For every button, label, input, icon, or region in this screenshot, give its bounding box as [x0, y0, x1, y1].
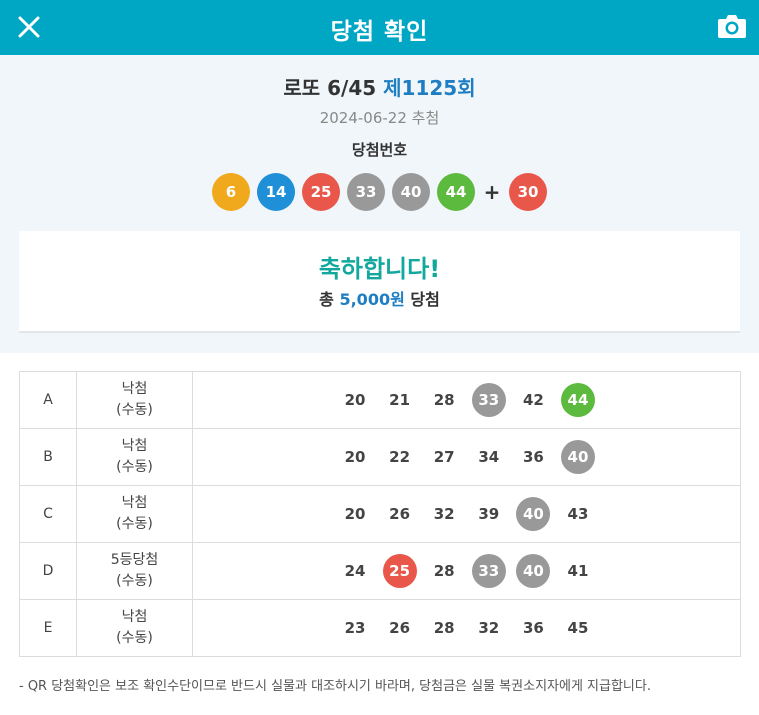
ticket-status: 낙첨 (수동) — [76, 428, 193, 486]
matched-number: 44 — [560, 383, 595, 417]
ticket-result: 5등당첨 — [110, 552, 159, 568]
game-name: 로또 6/45 — [283, 76, 377, 100]
ticket-letter: D — [19, 542, 77, 600]
ticket-number: 20 — [344, 391, 366, 409]
matched-number: 40 — [560, 440, 595, 474]
bonus-ball: 30 — [509, 173, 547, 211]
ticket-mode: (수동) — [116, 630, 153, 646]
prize-amount: 5,000원 — [339, 290, 405, 309]
top-bar: 당첨 확인 — [0, 0, 759, 55]
winning-ball: 44 — [437, 173, 475, 211]
ticket-numbers: 20 21 28 33 42 44 — [192, 371, 741, 429]
ticket-result: 낙첨 — [121, 609, 148, 625]
ticket-number: 34 — [478, 448, 500, 466]
ticket-number: 21 — [389, 391, 411, 409]
ticket-letter: B — [19, 428, 77, 486]
ticket-result: 낙첨 — [121, 381, 148, 397]
ticket-row: E 낙첨 (수동) 23 26 28 32 36 45 — [19, 599, 741, 657]
ticket-number: 28 — [433, 391, 455, 409]
ticket-number: 42 — [522, 391, 544, 409]
result-box: 축하합니다! 총 5,000원 당첨 — [19, 231, 740, 333]
ticket-letter: E — [19, 599, 77, 657]
matched-number: 25 — [382, 554, 417, 588]
bonus-plus-sign: + — [483, 180, 501, 204]
ticket-row: B 낙첨 (수동) 20 22 27 34 36 40 — [19, 428, 741, 486]
ticket-row: C 낙첨 (수동) 20 26 32 39 40 43 — [19, 485, 741, 543]
matched-number: 40 — [516, 497, 551, 531]
ticket-number: 23 — [344, 619, 366, 637]
congrats-message: 축하합니다! — [318, 255, 441, 283]
ticket-number: 28 — [433, 619, 455, 637]
ticket-result: 낙첨 — [121, 495, 148, 511]
ticket-number: 41 — [567, 562, 589, 580]
ticket-number: 32 — [433, 505, 455, 523]
ticket-number: 36 — [522, 448, 544, 466]
ticket-number: 22 — [389, 448, 411, 466]
winning-ball: 40 — [392, 173, 430, 211]
ticket-numbers: 24 25 28 33 40 41 — [192, 542, 741, 600]
ticket-number: 36 — [522, 619, 544, 637]
ticket-mode: (수동) — [116, 402, 153, 418]
draw-date: 2024-06-22 추첨 — [319, 109, 440, 127]
winning-ball: 6 — [212, 173, 250, 211]
ticket-number: 28 — [433, 562, 455, 580]
winning-numbers: 6 14 25 33 40 44 +30 — [0, 173, 759, 211]
ticket-numbers: 23 26 28 32 36 45 — [192, 599, 741, 657]
ticket-number: 27 — [433, 448, 455, 466]
prize-summary: 총 5,000원 당첨 — [19, 286, 740, 310]
ticket-status: 낙첨 (수동) — [76, 485, 193, 543]
matched-number: 40 — [516, 554, 551, 588]
ticket-status: 낙첨 (수동) — [76, 371, 193, 429]
winning-ball: 25 — [302, 173, 340, 211]
camera-icon[interactable] — [717, 12, 747, 40]
winning-ball: 14 — [257, 173, 295, 211]
ticket-number: 26 — [389, 619, 411, 637]
ticket-result: 낙첨 — [121, 438, 148, 454]
ticket-numbers: 20 22 27 34 36 40 — [192, 428, 741, 486]
ticket-letter: C — [19, 485, 77, 543]
ticket-row: D 5등당첨 (수동) 24 25 28 33 40 41 — [19, 542, 741, 600]
ticket-number: 39 — [478, 505, 500, 523]
ticket-row: A 낙첨 (수동) 20 21 28 33 42 44 — [19, 371, 741, 429]
ticket-mode: (수동) — [116, 573, 153, 589]
ticket-letter: A — [19, 371, 77, 429]
ticket-mode: (수동) — [116, 516, 153, 532]
ticket-number: 20 — [344, 448, 366, 466]
winning-ball: 33 — [347, 173, 385, 211]
ticket-mode: (수동) — [116, 459, 153, 475]
draw-title: 로또 6/45 제1125회 — [0, 72, 759, 101]
ticket-number: 32 — [478, 619, 500, 637]
draw-round: 제1125회 — [383, 76, 476, 100]
ticket-number: 24 — [344, 562, 366, 580]
ticket-numbers: 20 26 32 39 40 43 — [192, 485, 741, 543]
disclaimer-note: - QR 당첨확인은 보조 확인수단이므로 반드시 실물과 대조하시기 바라며,… — [19, 679, 651, 694]
ticket-number: 20 — [344, 505, 366, 523]
page-title: 당첨 확인 — [330, 19, 429, 45]
ticket-status: 낙첨 (수동) — [76, 599, 193, 657]
prize-suffix: 당첨 — [410, 290, 440, 309]
winning-numbers-label: 당첨번호 — [351, 141, 408, 159]
ticket-number: 43 — [567, 505, 589, 523]
matched-number: 33 — [471, 383, 506, 417]
draw-summary: 로또 6/45 제1125회 2024-06-22 추첨 당첨번호 6 14 25 3… — [0, 55, 759, 353]
ticket-number: 45 — [567, 619, 589, 637]
ticket-table: A 낙첨 (수동) 20 21 28 33 42 44 B 낙첨 (수동) 20 22 27 34 36 40 C 낙… — [19, 371, 741, 657]
ticket-status: 5등당첨 (수동) — [76, 542, 193, 600]
prize-prefix: 총 — [319, 290, 334, 309]
ticket-number: 26 — [389, 505, 411, 523]
matched-number: 33 — [471, 554, 506, 588]
